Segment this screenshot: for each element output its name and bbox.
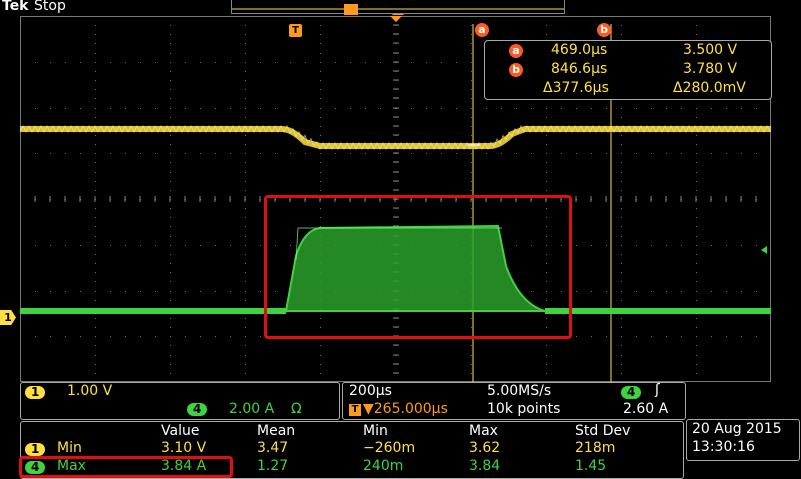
max-highlight-box xyxy=(19,456,233,478)
trigger-source-tag[interactable]: 4 xyxy=(621,386,642,399)
cursor-b-volt: 3.780 V xyxy=(683,61,738,77)
meas-row1-tag: 1 xyxy=(25,443,46,456)
meas-row2-min: 240m xyxy=(363,458,404,474)
time-text: 13:30:16 xyxy=(692,439,755,455)
meas-row2-mean: 1.27 xyxy=(257,458,289,474)
meas-row1-mean: 3.47 xyxy=(257,440,289,456)
cursor-b-badge-icon: b xyxy=(509,63,523,77)
cursor-a-time: 469.0µs xyxy=(551,42,608,58)
meas-row2-max: 3.84 xyxy=(469,458,501,474)
ch4-scale[interactable]: 2.00 A xyxy=(229,401,274,417)
meas-header-value: Value xyxy=(161,423,200,439)
horizontal-scale[interactable]: 200µs xyxy=(349,383,392,399)
sample-rate: 5.00MS/s xyxy=(487,383,552,399)
record-length-bar xyxy=(232,4,564,21)
trigger-slope-icon[interactable]: ʃ xyxy=(655,382,660,398)
trigger-position[interactable]: ▼265.000µs xyxy=(363,401,448,417)
cursor-readout-panel: a 469.0µs 3.500 V b 846.6µs 3.780 V Δ377… xyxy=(484,40,772,100)
trigger-tag-icon: T xyxy=(349,404,361,416)
timebase-panel[interactable]: 200µs 5.00MS/s T ▼265.000µs 10k points 4… xyxy=(342,382,686,420)
top-status-bar: Tek Stop xyxy=(0,0,801,21)
ch1-tag[interactable]: 1 xyxy=(25,386,46,399)
record-length[interactable]: 10k points xyxy=(487,401,560,417)
cursor-a-badge-icon: a xyxy=(509,44,523,58)
ch1-scale[interactable]: 1.00 V xyxy=(67,383,112,399)
meas-row2-stddev: 1.45 xyxy=(575,458,607,474)
acquisition-status: Stop xyxy=(34,0,66,14)
brand-logo: Tek xyxy=(2,0,29,14)
meas-header-mean: Mean xyxy=(257,423,296,439)
meas-row1-value: 3.10 V xyxy=(161,440,207,456)
meas-header-stddev: Std Dev xyxy=(575,423,631,439)
ch4-offset-arrow-icon[interactable] xyxy=(761,246,767,254)
trigger-level[interactable]: 2.60 A xyxy=(623,401,668,417)
meas-row1-name: Min xyxy=(57,440,82,456)
cursor-b-row: b xyxy=(509,61,523,77)
channel-settings-panel[interactable]: 1 1.00 V 4 2.00 A Ω xyxy=(20,382,340,420)
cursor-delta-time: Δ377.6µs xyxy=(543,80,609,96)
meas-header-min: Min xyxy=(363,423,388,439)
pulse-highlight-box xyxy=(264,195,572,339)
meas-header-max: Max xyxy=(469,423,498,439)
record-length-indicator xyxy=(231,0,565,21)
cursor-b-time: 846.6µs xyxy=(551,61,608,77)
meas-row1-stddev: 218m xyxy=(575,440,616,456)
cursor-a-marker-icon[interactable]: a xyxy=(475,23,489,37)
meas-row1-min: −260m xyxy=(363,440,416,456)
trigger-point-icon xyxy=(390,16,402,22)
date-text: 20 Aug 2015 xyxy=(692,421,782,437)
ch4-tag[interactable]: 4 xyxy=(187,403,208,416)
center-marker-icon xyxy=(392,14,404,21)
cursor-delta-volt: Δ280.0mV xyxy=(673,80,746,96)
cursor-b-marker-icon[interactable]: b xyxy=(597,23,611,37)
datetime-panel: 20 Aug 2015 13:30:16 xyxy=(686,419,800,461)
trigger-marker-icon[interactable]: T xyxy=(289,24,302,37)
cursor-a-volt: 3.500 V xyxy=(683,42,738,58)
trigger-position-icon xyxy=(344,4,358,15)
cursor-a-row: a xyxy=(509,42,523,58)
ch4-impedance-icon: Ω xyxy=(291,401,302,417)
ch1-ground-marker-icon[interactable]: 1 xyxy=(0,310,16,325)
meas-row1-max: 3.62 xyxy=(469,440,501,456)
